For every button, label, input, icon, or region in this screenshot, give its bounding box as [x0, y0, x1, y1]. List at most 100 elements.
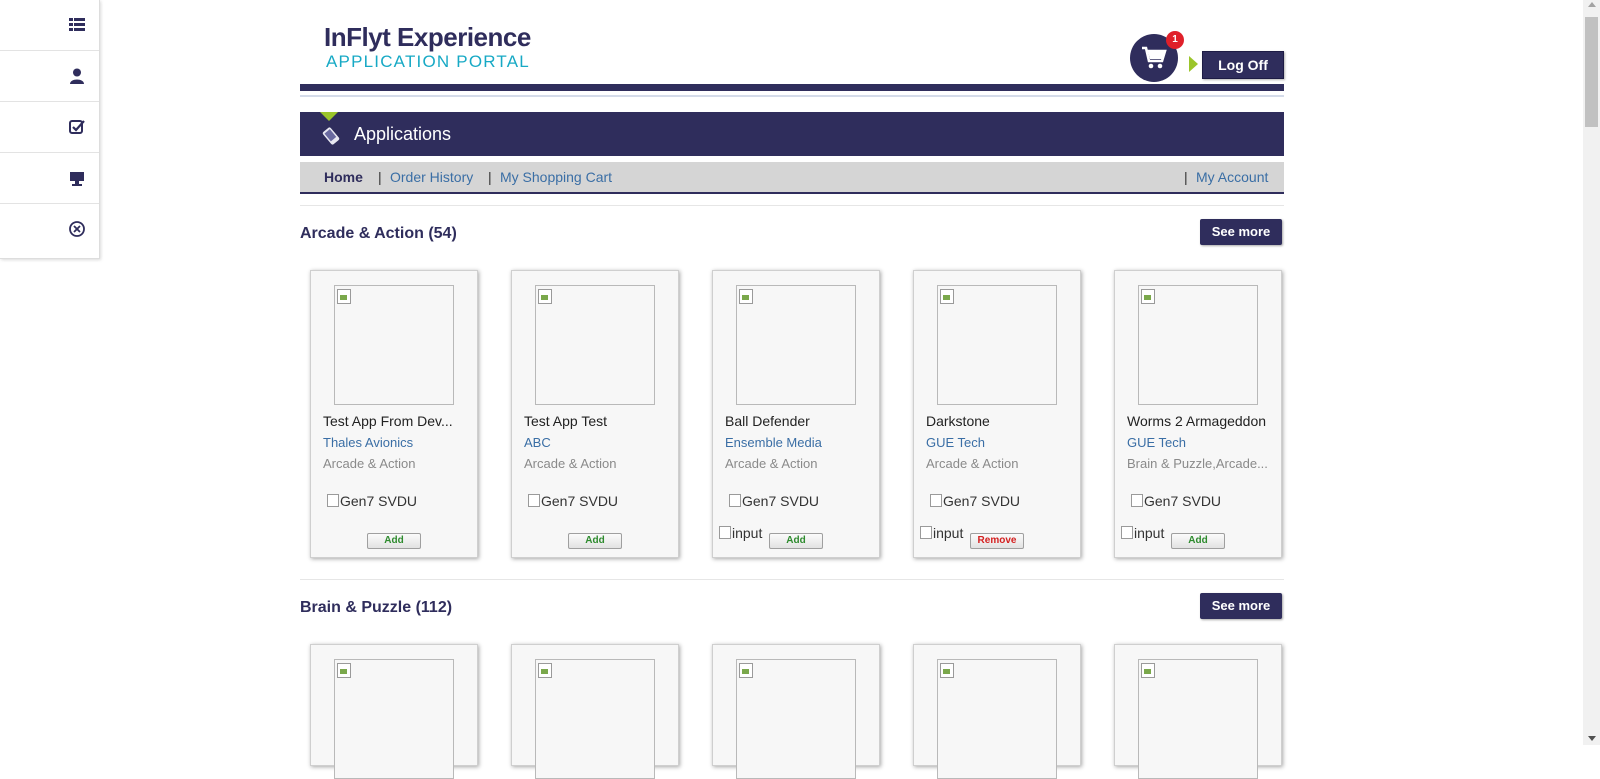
section-title: Brain & Puzzle (112) [300, 599, 453, 616]
app-thumbnail[interactable] [334, 285, 454, 405]
broken-image-icon [739, 663, 753, 678]
app-card[interactable] [1114, 644, 1282, 779]
app-card[interactable]: Worms 2 Armageddon GUE Tech Brain & Puzz… [1114, 270, 1282, 558]
side-item-monitor[interactable] [0, 153, 99, 204]
app-category: Arcade & Action [524, 456, 617, 471]
see-more-button[interactable]: See more [1200, 219, 1282, 245]
input-image: input [719, 525, 762, 541]
platform-image: Gen7 SVDU [528, 493, 618, 509]
section-divider [300, 205, 1284, 206]
broken-image-icon [1141, 289, 1155, 304]
platform-image: Gen7 SVDU [729, 493, 819, 509]
see-more-button[interactable]: See more [1200, 593, 1282, 619]
app-name[interactable]: Test App From Dev... [323, 413, 467, 429]
app-card[interactable] [310, 644, 478, 779]
app-card[interactable] [913, 644, 1081, 779]
add-button[interactable]: Add [1171, 533, 1225, 549]
app-developer[interactable]: GUE Tech [1127, 435, 1271, 450]
nav-separator: | [488, 169, 492, 185]
broken-image-icon [1141, 663, 1155, 678]
pointer-triangle-icon [320, 112, 338, 121]
list-icon [69, 18, 85, 31]
cart-count-badge: 1 [1166, 31, 1184, 49]
broken-image-icon [538, 663, 552, 678]
add-button[interactable]: Add [769, 533, 823, 549]
logoff-button[interactable]: Log Off [1202, 51, 1284, 79]
nav-separator: | [1184, 169, 1188, 185]
arrow-right-icon [1189, 56, 1198, 72]
broken-image-icon [337, 289, 351, 304]
broken-image-icon [739, 289, 753, 304]
app-thumbnail[interactable] [1138, 285, 1258, 405]
checklist-icon [69, 120, 85, 134]
side-item-user[interactable] [0, 51, 99, 102]
main-nav: Home | Order History | My Shopping Cart … [300, 162, 1284, 194]
side-item-checklist[interactable] [0, 102, 99, 153]
monitor-icon [70, 172, 84, 186]
app-thumbnail[interactable] [535, 659, 655, 779]
applications-bar: Applications [300, 112, 1284, 156]
scroll-up-icon[interactable] [1588, 2, 1596, 7]
logo-title: InFlyt Experience [324, 22, 531, 52]
platform-image: Gen7 SVDU [1131, 493, 1221, 509]
app-category: Arcade & Action [926, 456, 1019, 471]
app-name[interactable]: Worms 2 Armageddon [1127, 413, 1271, 429]
app-thumbnail[interactable] [736, 285, 856, 405]
section-divider [300, 579, 1284, 580]
portal-logo[interactable]: InFlyt Experience APPLICATION PORTAL [324, 22, 531, 72]
app-developer[interactable]: Ensemble Media [725, 435, 869, 450]
app-name[interactable]: Darkstone [926, 413, 1070, 429]
app-category: Arcade & Action [725, 456, 818, 471]
app-thumbnail[interactable] [1138, 659, 1258, 779]
app-thumbnail[interactable] [736, 659, 856, 779]
platform-image: Gen7 SVDU [930, 493, 1020, 509]
app-card[interactable]: Test App Test ABC Arcade & Action Gen7 S… [511, 270, 679, 558]
header-rule-light [300, 95, 1284, 97]
app-name[interactable]: Test App Test [524, 413, 668, 429]
remove-button[interactable]: Remove [970, 533, 1024, 549]
add-button[interactable]: Add [367, 533, 421, 549]
app-category: Arcade & Action [323, 456, 416, 471]
broken-image-icon [538, 289, 552, 304]
app-card[interactable]: Ball Defender Ensemble Media Arcade & Ac… [712, 270, 880, 558]
nav-home[interactable]: Home [324, 162, 363, 192]
app-name[interactable]: Ball Defender [725, 413, 869, 429]
applications-title: Applications [354, 124, 452, 144]
nav-shopping-cart[interactable]: My Shopping Cart [500, 162, 612, 192]
app-thumbnail[interactable] [937, 659, 1057, 779]
app-developer[interactable]: ABC [524, 435, 668, 450]
phone-icon [322, 127, 340, 145]
app-thumbnail[interactable] [535, 285, 655, 405]
side-item-list[interactable] [0, 0, 99, 51]
app-card[interactable]: Darkstone GUE Tech Arcade & Action Gen7 … [913, 270, 1081, 558]
nav-order-history[interactable]: Order History [390, 162, 473, 192]
close-circle-icon [69, 221, 85, 237]
app-card[interactable]: Test App From Dev... Thales Avionics Arc… [310, 270, 478, 558]
side-item-close[interactable] [0, 204, 99, 254]
broken-image-icon [940, 289, 954, 304]
logo-subtitle: APPLICATION PORTAL [326, 52, 530, 71]
app-card[interactable] [511, 644, 679, 779]
nav-my-account[interactable]: My Account [1196, 162, 1268, 192]
input-image: input [1121, 525, 1164, 541]
side-toolbar [0, 0, 100, 259]
user-icon [70, 68, 84, 84]
section-title: Arcade & Action (54) [300, 225, 457, 242]
app-thumbnail[interactable] [937, 285, 1057, 405]
header-rule [300, 84, 1284, 91]
scroll-down-icon[interactable] [1588, 736, 1596, 741]
add-button[interactable]: Add [568, 533, 622, 549]
scroll-thumb[interactable] [1585, 17, 1598, 127]
app-card[interactable] [712, 644, 880, 779]
platform-image: Gen7 SVDU [327, 493, 417, 509]
cart-icon [1142, 46, 1167, 69]
broken-image-icon [940, 663, 954, 678]
broken-image-icon [337, 663, 351, 678]
app-developer[interactable]: GUE Tech [926, 435, 1070, 450]
app-thumbnail[interactable] [334, 659, 454, 779]
vertical-scrollbar[interactable] [1583, 0, 1600, 745]
nav-separator: | [378, 169, 382, 185]
app-developer[interactable]: Thales Avionics [323, 435, 467, 450]
app-category: Brain & Puzzle,Arcade... [1127, 456, 1268, 471]
cart-button[interactable]: 1 [1130, 31, 1184, 82]
